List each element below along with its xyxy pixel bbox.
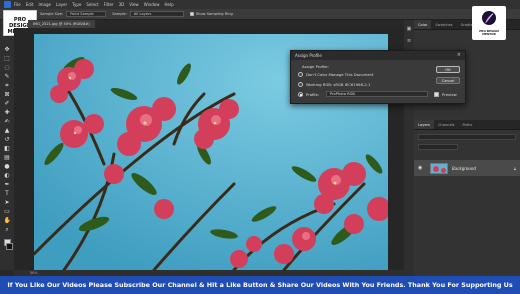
history-panel-icon[interactable]: ▣ <box>406 26 412 32</box>
profile-select[interactable]: ProPhoto RGB <box>326 91 428 97</box>
layers-panel: Layers Channels Paths ◉ Background 🔒︎ <box>414 120 520 276</box>
gradient-tool-icon[interactable]: ▤ <box>4 154 11 161</box>
menu-edit[interactable]: Edit <box>26 0 34 9</box>
tab-channels[interactable]: Channels <box>434 120 459 129</box>
menu-image[interactable]: Image <box>38 0 51 9</box>
tools-panel: ✥ ⬚ ◌ ✎ ⌗ ⊠ ✐ ✚ ✍ ▲ ↺ ◧ ▤ ● ◐ ✒ T ➤ ▭ ✋ … <box>0 20 14 270</box>
sample-select[interactable]: All Layers <box>129 11 184 17</box>
cancel-button[interactable]: Cancel <box>436 77 460 84</box>
marquee-tool-icon[interactable]: ⬚ <box>4 55 11 62</box>
tab-color[interactable]: Color <box>414 20 432 29</box>
profile-label: Profile: <box>306 92 320 97</box>
menu-view[interactable]: View <box>129 0 139 9</box>
preview-checkbox[interactable] <box>434 92 439 97</box>
channel-logo: PRO DESIGN MENTOR <box>472 6 506 40</box>
eye-icon[interactable]: ◉ <box>418 165 424 171</box>
path-select-tool-icon[interactable]: ➤ <box>4 199 11 206</box>
tab-layers[interactable]: Layers <box>414 120 434 129</box>
dialog-title: Assign Profile <box>291 51 465 60</box>
zoom-tool-icon[interactable]: ⌕ <box>4 226 11 233</box>
frame-tool-icon[interactable]: ⊠ <box>4 91 11 98</box>
eraser-tool-icon[interactable]: ◧ <box>4 145 11 152</box>
history-brush-tool-icon[interactable]: ↺ <box>4 136 11 143</box>
menu-layer[interactable]: Layer <box>56 0 67 9</box>
profile-radio[interactable] <box>298 92 303 97</box>
clone-stamp-tool-icon[interactable]: ▲ <box>4 127 11 134</box>
menu-bar: File Edit Image Layer Type Select Filter… <box>0 0 520 9</box>
menu-filter[interactable]: Filter <box>104 0 114 9</box>
tab-swatches[interactable]: Swatches <box>431 20 456 29</box>
feather-logo-icon <box>482 11 496 25</box>
ok-button[interactable]: OK <box>436 66 460 73</box>
working-rgb-radio[interactable] <box>298 82 303 87</box>
move-tool-icon[interactable]: ✥ <box>4 46 11 53</box>
menu-file[interactable]: File <box>14 0 21 9</box>
menu-3d[interactable]: 3D <box>119 0 125 9</box>
quick-select-tool-icon[interactable]: ✎ <box>4 73 11 80</box>
lock-icon: 🔒︎ <box>513 165 516 171</box>
dont-color-manage-radio[interactable] <box>298 72 303 77</box>
hand-tool-icon[interactable]: ✋ <box>4 217 11 224</box>
properties-panel-icon[interactable]: ≡ <box>406 38 412 44</box>
background-color-swatch[interactable] <box>5 243 13 250</box>
blur-tool-icon[interactable]: ● <box>4 163 11 170</box>
close-icon[interactable]: × <box>457 51 461 60</box>
dodge-tool-icon[interactable]: ◐ <box>4 172 11 179</box>
blend-mode-select[interactable] <box>418 144 458 150</box>
menu-select[interactable]: Select <box>86 0 98 9</box>
pen-tool-icon[interactable]: ✒ <box>4 181 11 188</box>
dont-color-manage-label[interactable]: Don't Color Manage This Document <box>306 72 373 77</box>
menu-type[interactable]: Type <box>72 0 81 9</box>
menu-help[interactable]: Help <box>164 0 173 9</box>
layer-name[interactable]: Background <box>452 166 476 171</box>
photoshop-app-icon[interactable] <box>4 1 11 8</box>
photoshop-window: File Edit Image Layer Type Select Filter… <box>0 0 520 294</box>
zoom-level[interactable]: 50% <box>30 271 38 275</box>
assign-profile-label: Assign Profile: <box>302 64 329 69</box>
layer-thumbnail <box>430 162 448 174</box>
sample-size-label: Sample Size: <box>40 12 64 16</box>
show-sampling-ring-checkbox[interactable] <box>189 12 194 16</box>
options-bar: Sample Size: Point Sample Sample: All La… <box>0 9 520 20</box>
layers-filter-bar[interactable] <box>418 134 516 140</box>
eyedropper-tool-icon[interactable]: ✐ <box>4 100 11 107</box>
sample-label: Sample: <box>112 12 127 16</box>
rectangle-tool-icon[interactable]: ▭ <box>4 208 11 215</box>
show-sampling-ring-label: Show Sampling Ring <box>195 12 233 16</box>
layers-panel-tabs: Layers Channels Paths <box>414 120 520 130</box>
working-rgb-label[interactable]: Working RGB: sRGB IEC61966-2.1 <box>306 82 370 87</box>
channel-logo-text: PRO DESIGN MENTOR <box>479 29 499 37</box>
healing-brush-tool-icon[interactable]: ✚ <box>4 109 11 116</box>
crop-tool-icon[interactable]: ⌗ <box>4 82 11 89</box>
preview-label: Preview <box>442 92 457 97</box>
layer-row[interactable]: ◉ Background 🔒︎ <box>414 160 520 176</box>
subscribe-banner: If You Like Our Videos Please Subscribe … <box>0 276 520 294</box>
type-tool-icon[interactable]: T <box>4 190 11 197</box>
tab-paths[interactable]: Paths <box>459 120 477 129</box>
brush-tool-icon[interactable]: ✍ <box>4 118 11 125</box>
sample-size-select[interactable]: Point Sample <box>66 11 107 17</box>
menu-window[interactable]: Window <box>144 0 160 9</box>
lasso-tool-icon[interactable]: ◌ <box>4 64 11 71</box>
document-tab[interactable]: IMG_2521.jpg @ 50% (RGB/8#) <box>28 20 95 28</box>
